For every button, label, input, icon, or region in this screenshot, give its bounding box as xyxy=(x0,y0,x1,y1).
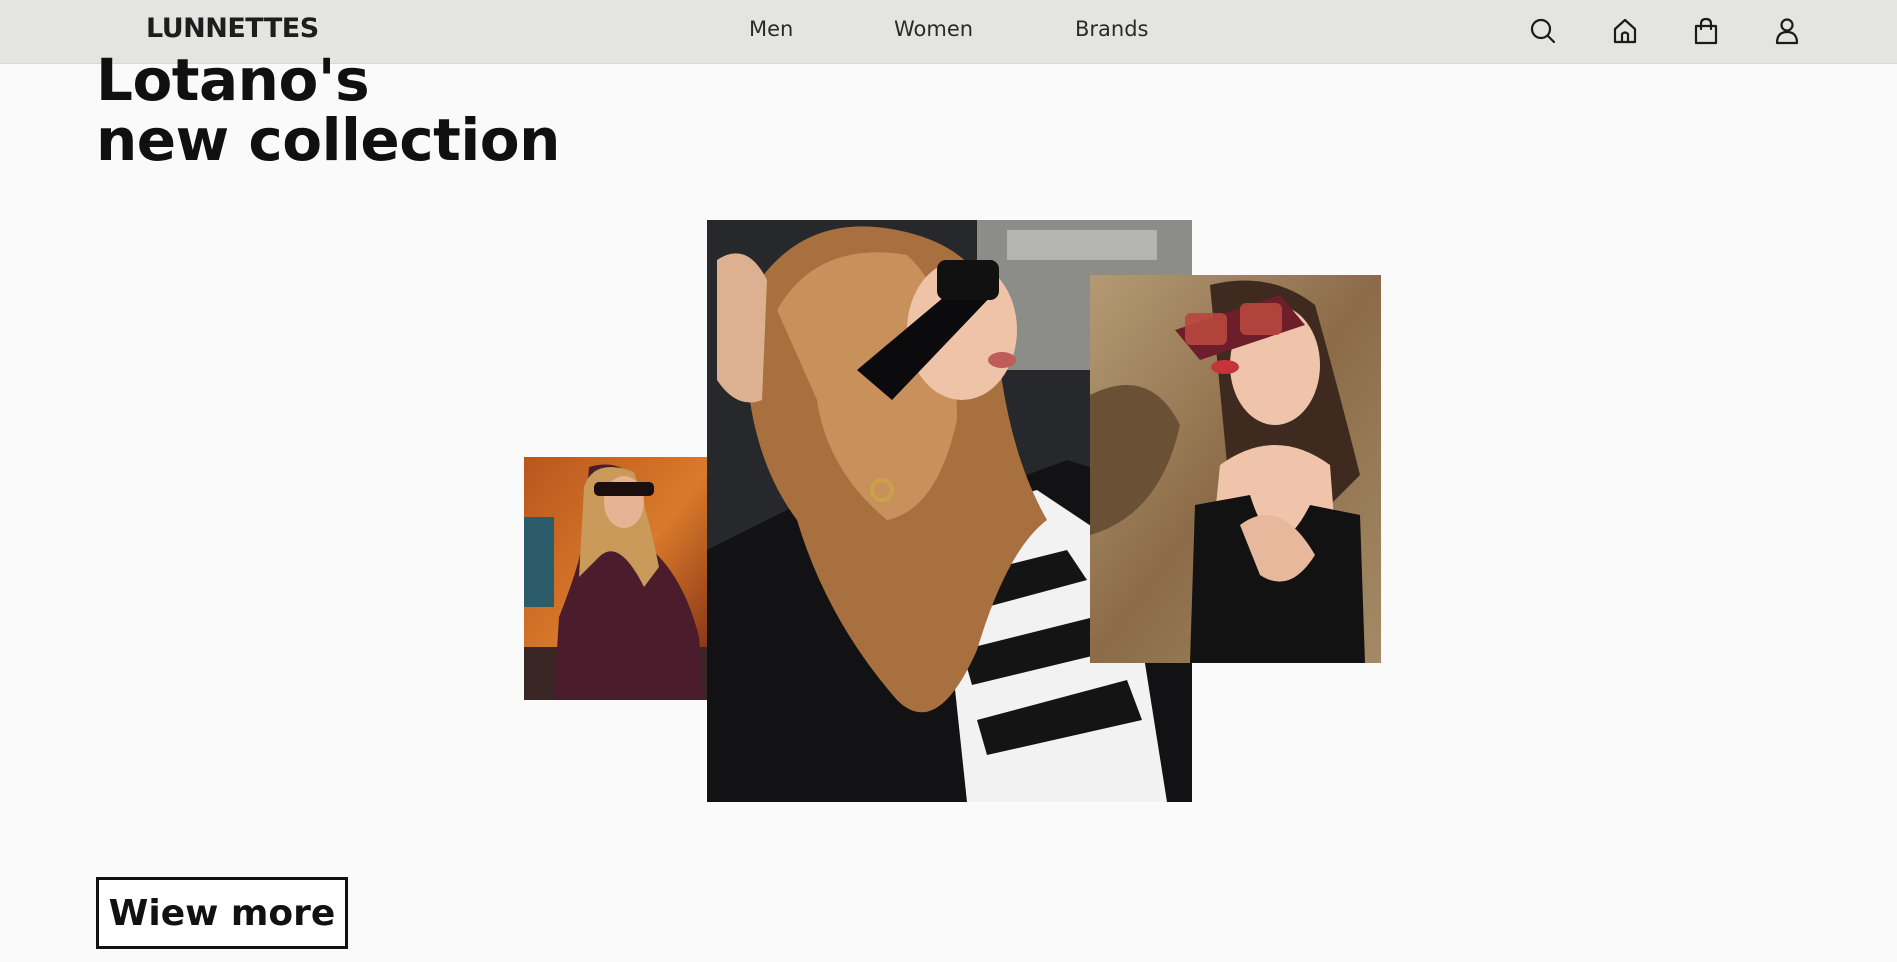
search-icon[interactable] xyxy=(1524,12,1562,50)
hero-title: Lotano's new collection xyxy=(96,50,560,170)
nav-link-men[interactable]: Men xyxy=(749,17,793,41)
nav-link-brands[interactable]: Brands xyxy=(1075,17,1149,41)
user-icon[interactable] xyxy=(1768,12,1806,50)
view-more-button[interactable]: Wiew more xyxy=(96,877,348,949)
shopping-bag-icon[interactable] xyxy=(1687,12,1725,50)
home-icon[interactable] xyxy=(1606,12,1644,50)
hero-title-line-2: new collection xyxy=(96,106,560,174)
collection-photo-right[interactable] xyxy=(1090,275,1381,663)
nav-link-women[interactable]: Women xyxy=(894,17,973,41)
hero-title-line-1: Lotano's xyxy=(96,46,370,114)
collection-photo-left[interactable] xyxy=(524,457,718,700)
